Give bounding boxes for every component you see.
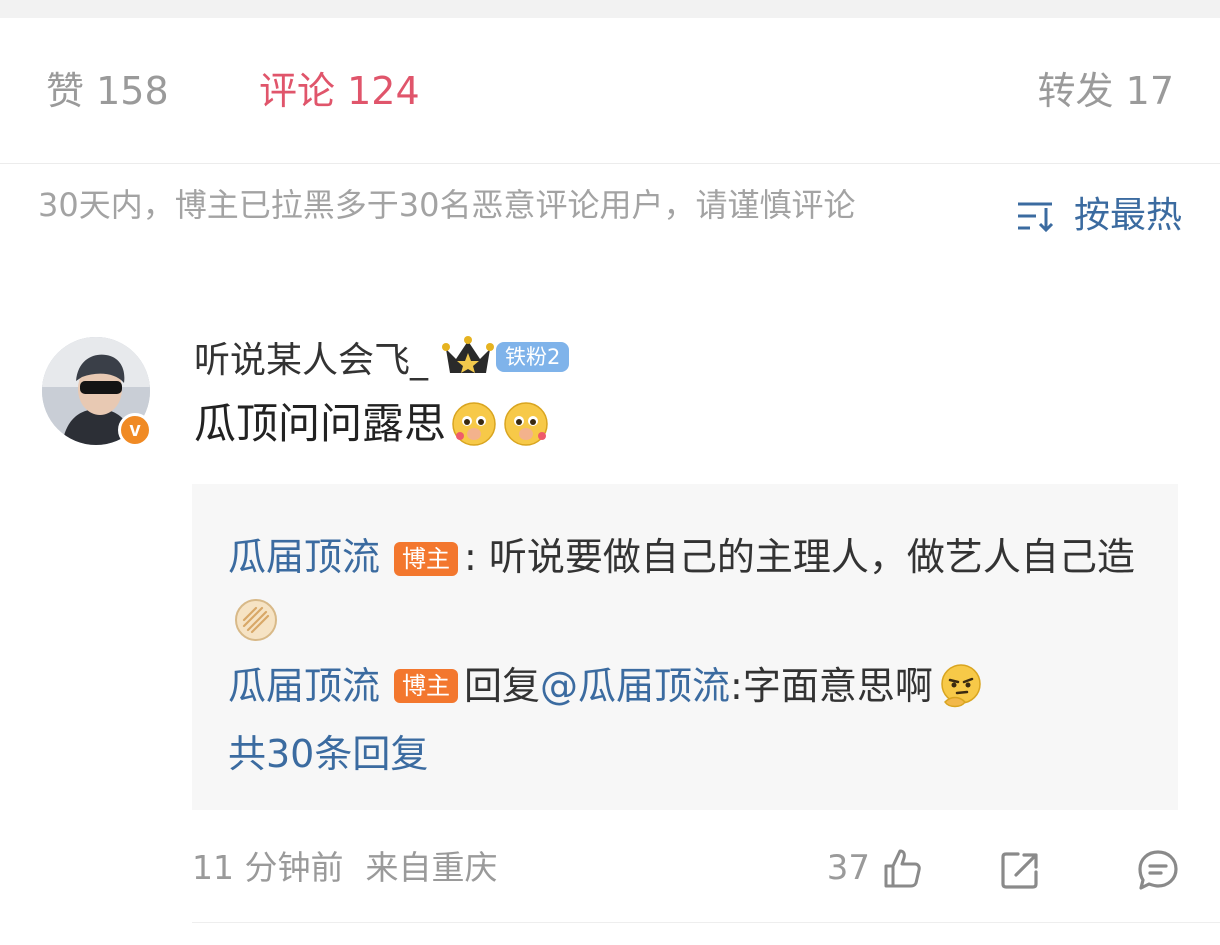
host-badge: 博主 bbox=[394, 669, 459, 703]
reply-text: 听说要做自己的主理人，做艺人自己造 bbox=[476, 535, 1135, 579]
tab-likes[interactable]: 赞 158 bbox=[46, 68, 169, 114]
thumbs-up-icon bbox=[884, 849, 921, 888]
verified-badge: v bbox=[118, 413, 152, 447]
pancake-icon bbox=[235, 599, 277, 641]
sort-button[interactable]: 按最热 bbox=[1016, 194, 1182, 238]
fan-badge: 铁粉2 bbox=[496, 342, 570, 372]
divider bbox=[192, 922, 1220, 923]
sort-icon bbox=[1017, 202, 1054, 233]
comment-meta: 11 分钟前 来自重庆 bbox=[192, 846, 497, 890]
reply-item: 瓜届顶流 博主 回复 @瓜届顶流:字面意思啊 bbox=[228, 658, 985, 714]
comment-time: 11 分钟前 bbox=[192, 848, 344, 887]
comment-location: 来自重庆 bbox=[365, 848, 498, 887]
tab-comments-label: 评论 bbox=[259, 69, 336, 113]
share-button[interactable] bbox=[998, 848, 1042, 896]
tab-comments-count: 124 bbox=[347, 69, 420, 113]
username[interactable]: 听说某人会飞_ bbox=[194, 331, 428, 383]
more-replies-link[interactable]: 共30条回复 bbox=[228, 726, 428, 782]
reply-box[interactable]: 瓜届顶流 博主: 听说要做自己的主理人，做艺人自己造 瓜届顶流 博主 回复 @瓜届顶流:… bbox=[192, 484, 1178, 810]
tab-comments[interactable]: 评论 124 bbox=[259, 68, 420, 114]
reply-button[interactable] bbox=[1136, 848, 1180, 896]
username-row: 听说某人会飞_ 铁粉2 bbox=[194, 331, 570, 383]
tab-reposts[interactable]: 转发 17 bbox=[1038, 68, 1174, 114]
user-avatar[interactable]: v bbox=[42, 337, 152, 447]
pleading-face-icon bbox=[452, 402, 496, 446]
reply-text: :字面意思啊 bbox=[730, 664, 933, 708]
tab-reposts-label: 转发 bbox=[1037, 69, 1114, 113]
reply-mention[interactable]: @瓜届顶流 bbox=[540, 658, 730, 714]
reply-author[interactable]: 瓜届顶流 bbox=[228, 658, 380, 714]
sort-label: 按最热 bbox=[1073, 195, 1182, 236]
comment-body: 瓜顶问问露思 bbox=[194, 396, 550, 452]
host-badge: 博主 bbox=[394, 542, 459, 576]
reply-item: 瓜届顶流 博主: 听说要做自己的主理人，做艺人自己造 bbox=[228, 524, 1148, 656]
thinking-face-icon bbox=[941, 664, 981, 708]
reply-author[interactable]: 瓜届顶流 bbox=[228, 535, 380, 579]
reply-separator: : bbox=[464, 535, 477, 579]
share-icon bbox=[1001, 852, 1038, 889]
tab-bar: 赞 158 评论 124 转发 17 bbox=[0, 18, 1220, 164]
like-count: 37 bbox=[826, 848, 870, 888]
pleading-face-icon bbox=[504, 402, 548, 446]
tab-reposts-count: 17 bbox=[1125, 69, 1174, 113]
comment-text: 瓜顶问问露思 bbox=[194, 399, 447, 448]
reply-word: 回复 bbox=[464, 664, 541, 708]
top-strip bbox=[0, 0, 1220, 18]
crown-icon bbox=[442, 336, 495, 373]
comment-notice: 30天内，博主已拉黑多于30名恶意评论用户，请谨慎评论 bbox=[38, 186, 856, 224]
like-button[interactable]: 37 bbox=[827, 846, 924, 890]
tab-likes-label: 赞 bbox=[46, 69, 85, 113]
tab-likes-count: 158 bbox=[96, 69, 169, 113]
comment-icon bbox=[1138, 850, 1178, 890]
